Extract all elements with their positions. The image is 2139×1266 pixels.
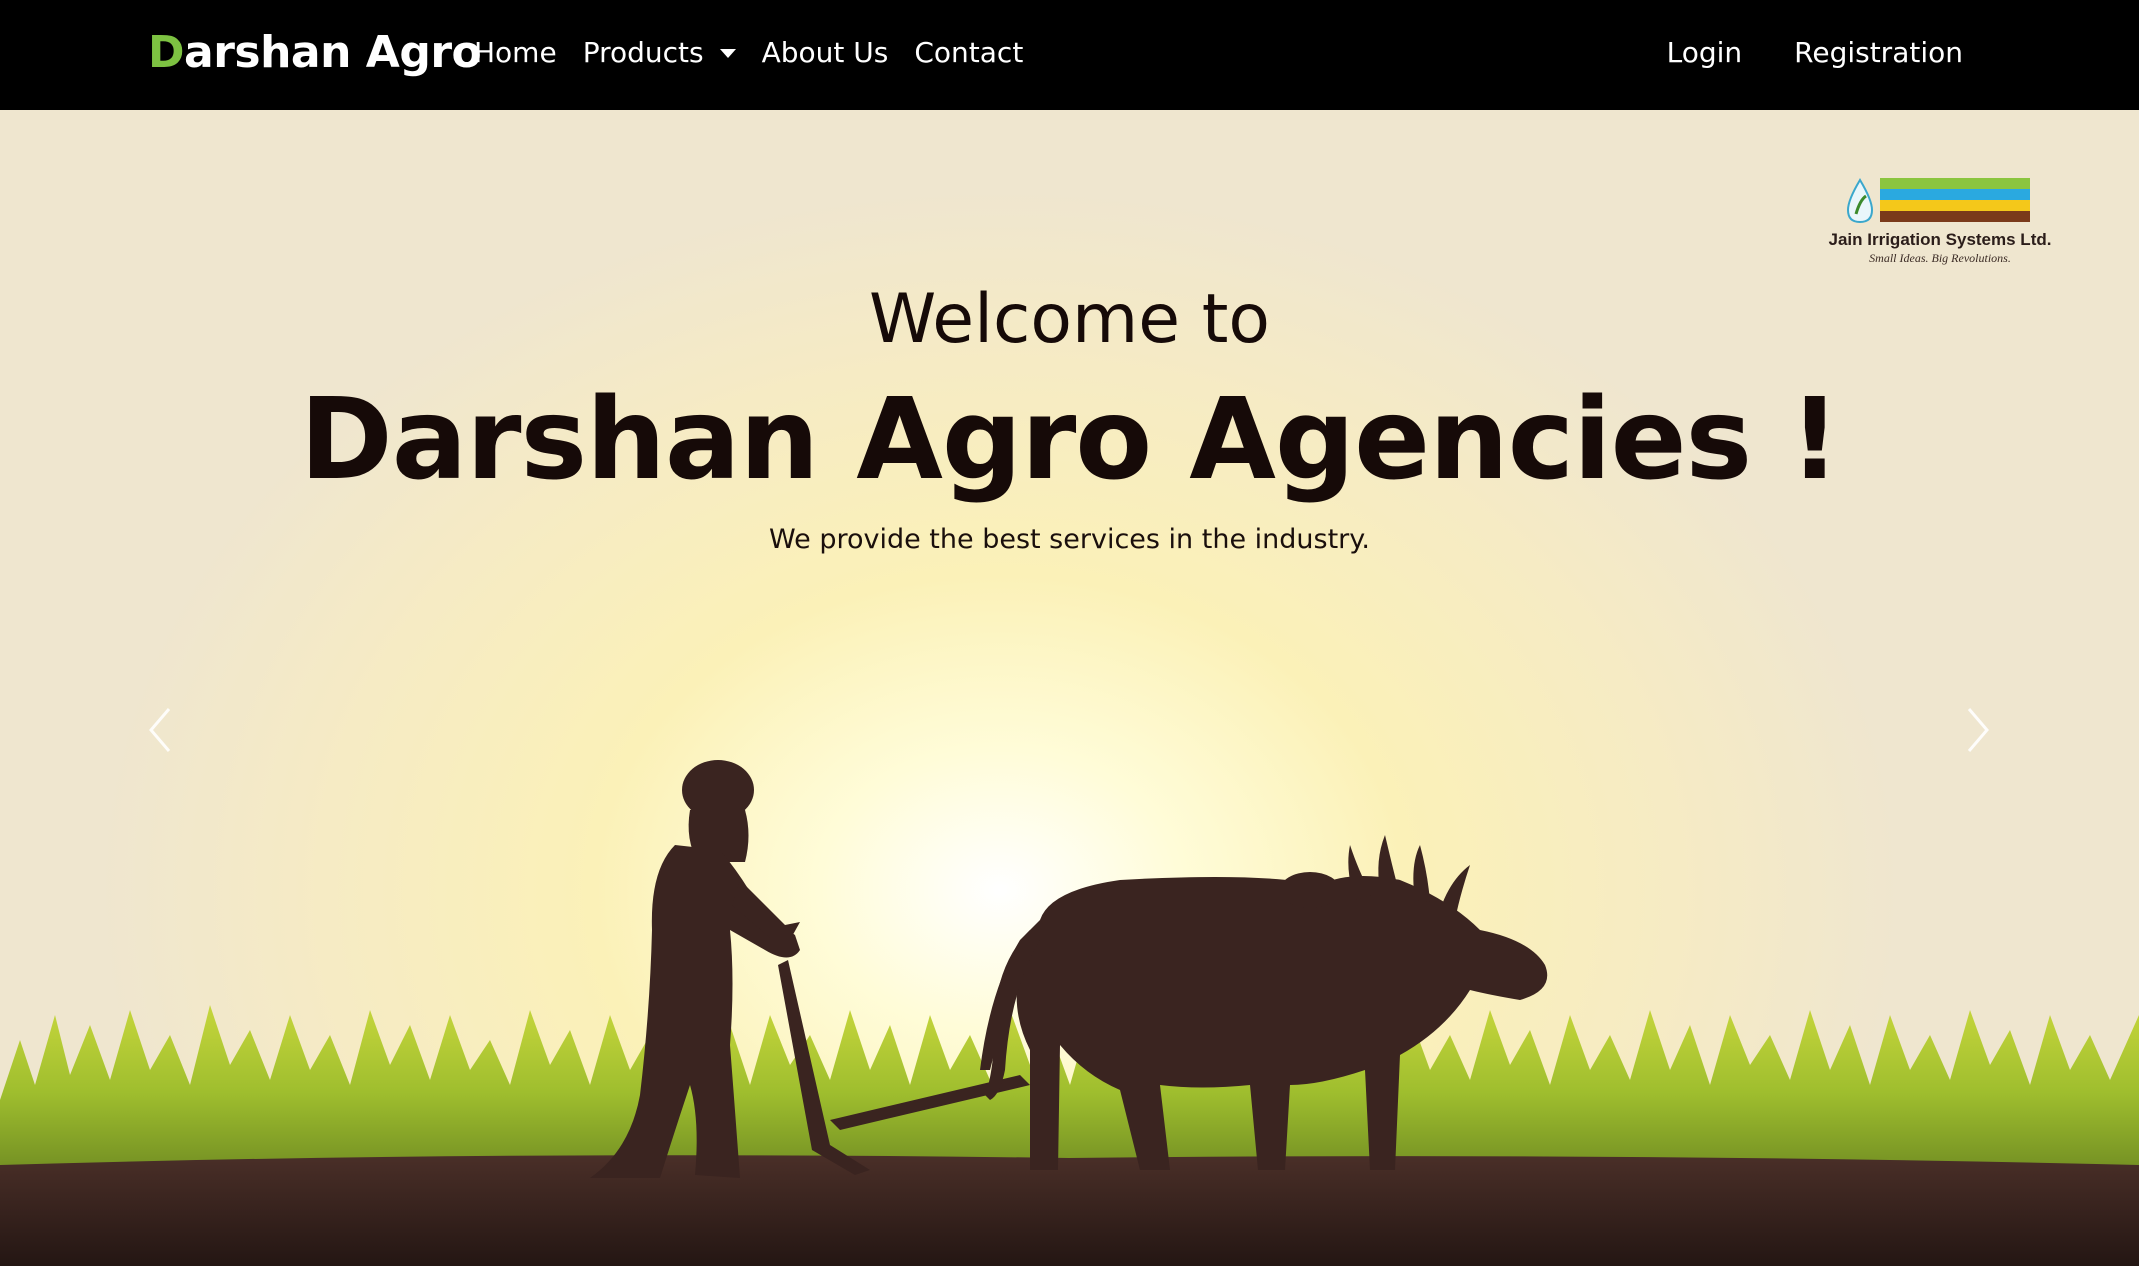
logo-company-name: Jain Irrigation Systems Ltd. xyxy=(1829,230,2052,249)
logo-slogan: Small Ideas. Big Revolutions. xyxy=(1869,251,2011,265)
account-nav: Login Registration xyxy=(1667,36,1963,69)
hero-welcome-text: Welcome to xyxy=(869,280,1270,359)
nav-products-label: Products xyxy=(582,36,704,69)
carousel-prev-button[interactable] xyxy=(130,680,190,780)
registration-link[interactable]: Registration xyxy=(1794,36,1963,69)
caret-down-icon xyxy=(719,49,736,58)
chevron-left-icon xyxy=(149,708,171,752)
nav-contact-link[interactable]: Contact xyxy=(914,36,1023,69)
brand-logo[interactable]: Darshan Agro xyxy=(148,27,482,78)
hero-carousel: JAIN Jain Irrigation Systems Ltd. Small … xyxy=(0,110,2139,1266)
login-link[interactable]: Login xyxy=(1667,36,1743,69)
logo-wordmark: JAIN xyxy=(1898,173,2012,229)
jain-irrigation-logo: JAIN Jain Irrigation Systems Ltd. Small … xyxy=(1829,173,2052,265)
carousel-next-button[interactable] xyxy=(1948,680,2008,780)
brand-first-letter: D xyxy=(148,27,185,78)
hero-tagline: We provide the best services in the indu… xyxy=(769,524,1370,555)
nav-products-dropdown[interactable]: Products xyxy=(583,36,736,69)
chevron-right-icon xyxy=(1967,708,1989,752)
primary-nav: Home Products About Us Contact xyxy=(474,36,1023,69)
hero-headline: Darshan Agro Agencies ! xyxy=(299,375,1841,505)
brand-name-rest: arshan Agro xyxy=(184,27,482,78)
nav-home-link[interactable]: Home xyxy=(474,36,557,69)
nav-about-link[interactable]: About Us xyxy=(762,36,889,69)
top-navbar: Darshan Agro Home Products About Us Cont… xyxy=(0,0,2139,110)
